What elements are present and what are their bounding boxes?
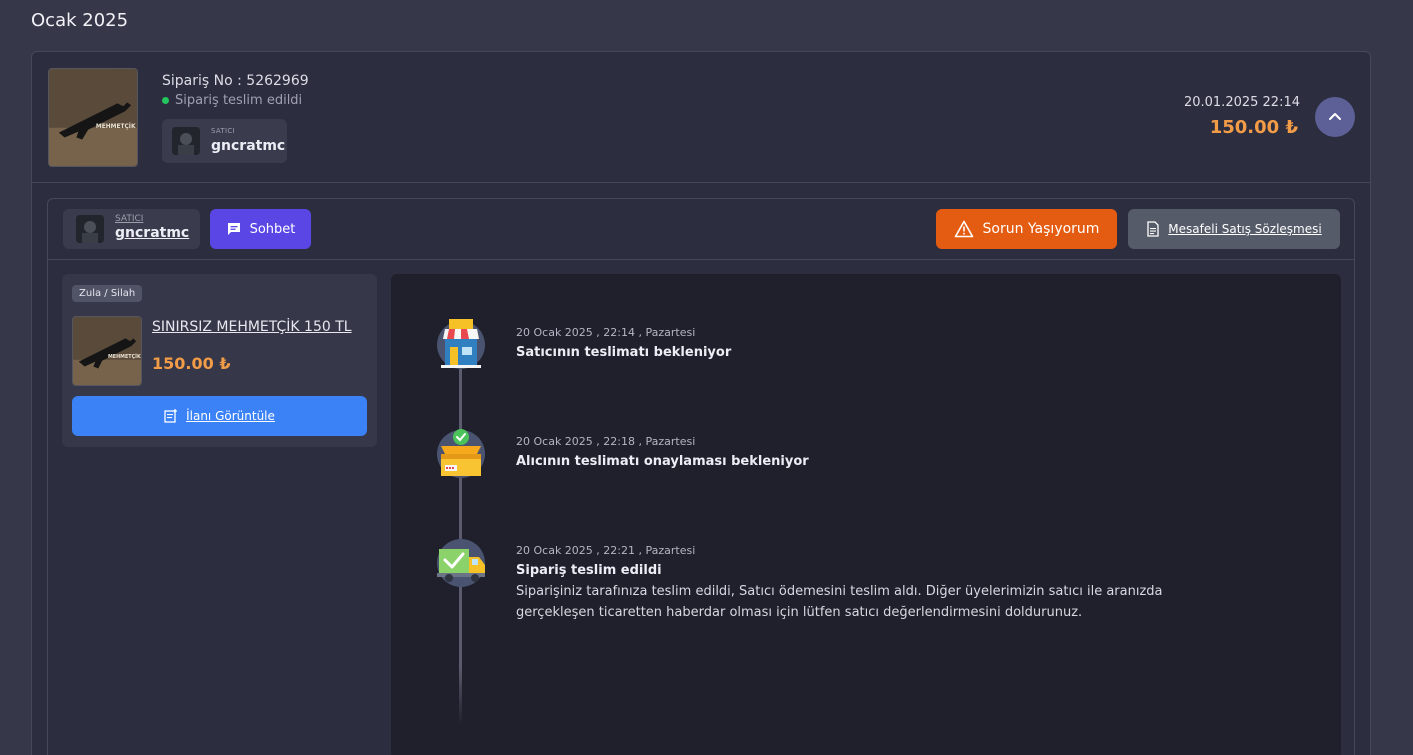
timeline-line (459, 344, 462, 724)
seller-chip[interactable]: SATICI gncratmc (162, 119, 287, 163)
listing-icon (164, 409, 178, 423)
timeline-title: Sipariş teslim edildi (516, 563, 662, 578)
warning-icon (954, 220, 973, 238)
chat-label: Sohbet (249, 221, 296, 237)
seller-label: SATICI (211, 127, 235, 135)
order-timeline: 20 Ocak 2025 , 22:14 , Pazartesi Satıcın… (391, 274, 1341, 755)
seller-name: gncratmc (211, 138, 286, 154)
timeline-date: 20 Ocak 2025 , 22:14 , Pazartesi (516, 326, 696, 339)
store-icon (435, 319, 487, 371)
view-listing-label: İlanı Görüntüle (186, 409, 275, 423)
timeline-title: Alıcının teslimatı onaylaması bekleniyor (516, 454, 809, 469)
view-listing-button[interactable]: İlanı Görüntüle (72, 396, 367, 436)
month-title: Ocak 2025 (31, 10, 129, 31)
collapse-button[interactable] (1315, 97, 1355, 137)
delivery-truck-icon (435, 537, 487, 589)
category-badge: Zula / Silah (72, 285, 143, 302)
timeline-date: 20 Ocak 2025 , 22:18 , Pazartesi (516, 435, 696, 448)
detail-toolbar: SATICI gncratmc Sohbet Sorun Yaşıyorum M… (48, 199, 1354, 260)
box-check-icon (435, 428, 487, 480)
seller-label: SATICI (115, 214, 144, 224)
order-card: MEHMETÇİK Sipariş No : 5262969 Sipariş t… (31, 51, 1371, 755)
seller-avatar (76, 215, 104, 243)
seller-link[interactable]: SATICI gncratmc (63, 209, 200, 249)
document-icon (1147, 221, 1159, 237)
timeline-description: Siparişiniz tarafınıza teslim edildi, Sa… (516, 584, 1163, 620)
order-header[interactable]: MEHMETÇİK Sipariş No : 5262969 Sipariş t… (32, 52, 1370, 183)
product-price: 150.00 ₺ (152, 354, 231, 373)
contract-button[interactable]: Mesafeli Satış Sözleşmesi (1128, 209, 1340, 249)
svg-text:MEHMETÇİK: MEHMETÇİK (96, 123, 136, 130)
product-image: MEHMETÇİK (48, 68, 138, 167)
report-problem-button[interactable]: Sorun Yaşıyorum (936, 209, 1117, 249)
status-dot-icon (162, 97, 169, 104)
product-card: Zula / Silah MEHMETÇİK SINIRSIZ MEHMETÇİ… (62, 274, 377, 447)
product-image[interactable]: MEHMETÇİK (72, 316, 142, 386)
seller-name: gncratmc (115, 225, 190, 241)
order-status-text: Sipariş teslim edildi (175, 93, 303, 108)
timeline-date: 20 Ocak 2025 , 22:21 , Pazartesi (516, 544, 696, 557)
order-date: 20.01.2025 22:14 (1183, 95, 1300, 110)
order-price: 150.00 ₺ (1209, 117, 1298, 138)
chat-icon (227, 223, 240, 235)
order-detail-panel: SATICI gncratmc Sohbet Sorun Yaşıyorum M… (47, 198, 1355, 755)
order-number: Sipariş No : 5262969 (162, 73, 309, 89)
contract-label: Mesafeli Satış Sözleşmesi (1168, 222, 1322, 236)
chevron-up-icon (1329, 113, 1341, 120)
product-name-link[interactable]: SINIRSIZ MEHMETÇİK 150 TL (152, 319, 352, 335)
report-problem-label: Sorun Yaşıyorum (982, 221, 1100, 237)
svg-text:MEHMETÇİK: MEHMETÇİK (108, 353, 141, 360)
seller-avatar (172, 127, 200, 155)
order-status: Sipariş teslim edildi (162, 93, 302, 108)
chat-button[interactable]: Sohbet (210, 209, 311, 249)
timeline-title: Satıcının teslimatı bekleniyor (516, 345, 732, 360)
